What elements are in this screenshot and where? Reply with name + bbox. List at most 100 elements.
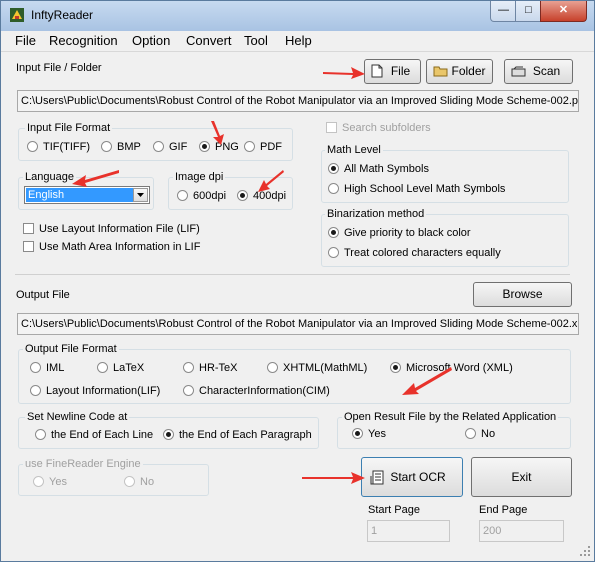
output-xhtml-radio[interactable]: XHTML(MathML) <box>267 362 367 374</box>
radio-selected-icon <box>163 429 174 440</box>
binarization-equal-radio[interactable]: Treat colored characters equally <box>328 247 501 259</box>
output-lif-radio[interactable]: Layout Information(LIF) <box>30 385 160 397</box>
annotation-arrow-file <box>323 67 365 79</box>
radio-selected-icon <box>390 362 401 373</box>
file-button[interactable]: File <box>364 59 421 84</box>
search-subfolders-checkbox[interactable]: Search subfolders <box>326 122 431 134</box>
use-math-area-label: Use Math Area Information in LIF <box>39 241 201 253</box>
format-gif-radio[interactable]: GIF <box>153 141 187 153</box>
start-ocr-button[interactable]: Start OCR <box>361 457 463 497</box>
newline-line-label: the End of Each Line <box>51 429 154 441</box>
radio-icon <box>35 429 46 440</box>
checkbox-icon <box>326 122 337 133</box>
maximize-button[interactable]: □ <box>515 1 542 22</box>
finereader-title: use FineReader Engine <box>23 458 143 470</box>
dpi-600-radio[interactable]: 600dpi <box>177 190 226 202</box>
output-hrtex-radio[interactable]: HR-TeX <box>183 362 238 374</box>
language-value: English <box>26 188 133 202</box>
start-page-field[interactable]: 1 <box>367 520 450 542</box>
math-highschool-radio[interactable]: High School Level Math Symbols <box>328 183 505 195</box>
annotation-arrow-dpi <box>258 170 284 192</box>
dropdown-button[interactable] <box>133 188 148 202</box>
exit-button[interactable]: Exit <box>471 457 572 497</box>
end-page-field[interactable]: 200 <box>479 520 564 542</box>
binarization-black-radio[interactable]: Give priority to black color <box>328 227 471 239</box>
document-start-icon <box>370 470 384 485</box>
newline-title: Set Newline Code at <box>25 411 130 423</box>
input-file-label: Input File / Folder <box>16 62 102 74</box>
format-pdf-label: PDF <box>260 141 282 153</box>
output-xhtml-label: XHTML(MathML) <box>283 362 368 374</box>
radio-icon <box>30 385 41 396</box>
exit-label: Exit <box>511 470 532 484</box>
radio-icon <box>177 190 188 201</box>
input-path-field[interactable]: C:\Users\Public\Documents\Robust Control… <box>17 90 579 112</box>
output-format-group: Output File Format IML LaTeX HR-TeX XHTM… <box>18 343 571 404</box>
menu-convert[interactable]: Convert <box>186 33 232 48</box>
radio-icon <box>328 183 339 194</box>
binarization-equal-label: Treat colored characters equally <box>344 247 501 259</box>
format-tif-label: TIF(TIFF) <box>43 141 91 153</box>
use-math-area-checkbox[interactable]: Use Math Area Information in LIF <box>23 241 200 253</box>
title-bar: InftyReader — □ ✕ <box>1 1 594 31</box>
radio-icon <box>465 428 476 439</box>
radio-icon <box>101 141 112 152</box>
radio-icon <box>183 362 194 373</box>
output-hrtex-label: HR-TeX <box>199 362 238 374</box>
radio-selected-icon <box>328 227 339 238</box>
scan-button[interactable]: Scan <box>504 59 573 84</box>
annotation-arrow-png <box>211 121 224 145</box>
maximize-icon: □ <box>525 4 532 16</box>
radio-icon <box>33 476 44 487</box>
math-all-radio[interactable]: All Math Symbols <box>328 163 429 175</box>
menu-tool[interactable]: Tool <box>244 33 268 48</box>
output-latex-radio[interactable]: LaTeX <box>97 362 144 374</box>
output-iml-radio[interactable]: IML <box>30 362 64 374</box>
menu-recognition[interactable]: Recognition <box>49 33 118 48</box>
chevron-down-icon <box>137 193 144 197</box>
radio-icon <box>183 385 194 396</box>
output-iml-label: IML <box>46 362 65 374</box>
close-button[interactable]: ✕ <box>540 1 587 22</box>
math-all-label: All Math Symbols <box>344 163 429 175</box>
format-tif-radio[interactable]: TIF(TIFF) <box>27 141 90 153</box>
output-format-title: Output File Format <box>23 343 119 355</box>
minimize-button[interactable]: — <box>490 1 517 22</box>
end-page-label: End Page <box>479 504 528 516</box>
app-icon <box>10 8 24 22</box>
open-result-no-radio[interactable]: No <box>465 428 495 440</box>
format-bmp-label: BMP <box>117 141 141 153</box>
output-path-field[interactable]: C:\Users\Public\Documents\Robust Control… <box>17 313 579 335</box>
menu-help[interactable]: Help <box>285 33 312 48</box>
output-file-label: Output File <box>16 289 70 301</box>
newline-paragraph-radio[interactable]: the End of Each Paragraph <box>163 429 312 441</box>
newline-line-radio[interactable]: the End of Each Line <box>35 429 153 441</box>
checkbox-icon <box>23 241 34 252</box>
menu-bar: File Recognition Option Convert Tool Hel… <box>1 31 594 52</box>
annotation-arrow-language <box>72 170 119 187</box>
newline-paragraph-label: the End of Each Paragraph <box>179 429 312 441</box>
menu-file[interactable]: File <box>15 33 36 48</box>
minimize-icon: — <box>498 4 509 16</box>
finereader-no-label: No <box>140 476 155 488</box>
format-pdf-radio[interactable]: PDF <box>244 141 282 153</box>
format-gif-label: GIF <box>169 141 188 153</box>
binarization-black-label: Give priority to black color <box>344 227 471 239</box>
open-result-yes-radio[interactable]: Yes <box>352 428 386 440</box>
output-cim-radio[interactable]: CharacterInformation(CIM) <box>183 385 330 397</box>
finereader-no-radio[interactable]: No <box>124 476 154 488</box>
finereader-yes-radio[interactable]: Yes <box>33 476 67 488</box>
format-bmp-radio[interactable]: BMP <box>101 141 141 153</box>
use-lif-label: Use Layout Information File (LIF) <box>39 223 200 235</box>
folder-button[interactable]: Folder <box>426 59 493 84</box>
resize-grip-icon[interactable] <box>579 545 591 557</box>
menu-option[interactable]: Option <box>132 33 170 48</box>
file-button-label: File <box>390 64 411 78</box>
use-lif-checkbox[interactable]: Use Layout Information File (LIF) <box>23 223 200 235</box>
browse-button[interactable]: Browse <box>473 282 572 307</box>
input-format-group: Input File Format TIF(TIFF) BMP GIF PNG … <box>18 122 293 161</box>
file-icon <box>371 64 383 78</box>
output-latex-label: LaTeX <box>113 362 145 374</box>
scanner-icon <box>511 66 526 77</box>
radio-selected-icon <box>328 163 339 174</box>
